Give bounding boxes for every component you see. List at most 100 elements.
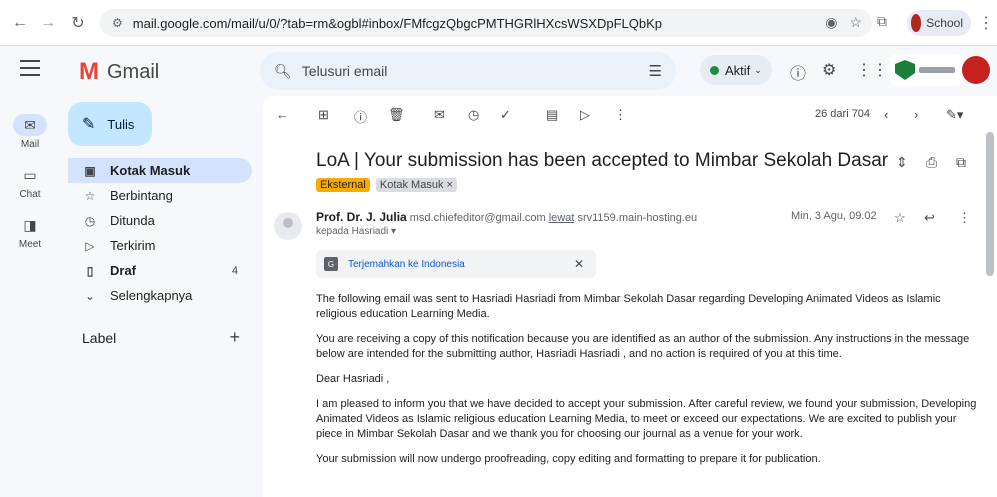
- message-toolbar: ← ⊞ ⓘ 🗑︎ ✉ ◷ ✓ ▤ ▷ ⋮ 26 dari 704 ‹ › ✎▾: [262, 96, 997, 134]
- site-info-icon[interactable]: ⚙: [112, 16, 123, 30]
- label-inbox[interactable]: Kotak Masuk ×: [375, 178, 457, 192]
- org-text-graphic: [919, 67, 955, 73]
- search-input[interactable]: 🔍︎ Telusuri email ☰: [260, 52, 676, 90]
- open-new-window-icon[interactable]: ⧉: [956, 154, 966, 171]
- move-to-icon[interactable]: ▤: [546, 107, 558, 123]
- help-icon[interactable]: ⓘ: [790, 60, 806, 84]
- browser-menu-icon[interactable]: ⋮: [978, 13, 994, 33]
- sidebar-item-label: Berbintang: [110, 188, 173, 203]
- extensions-icon[interactable]: ⧉: [877, 13, 887, 30]
- message-labels: Eksternal Kotak Masuk ×: [316, 178, 457, 192]
- more-options-icon[interactable]: ⋮: [614, 107, 627, 123]
- previous-message-icon[interactable]: ‹: [884, 107, 888, 122]
- input-tools-icon[interactable]: ✎▾: [946, 107, 963, 123]
- inbox-icon: ▣: [84, 163, 96, 178]
- main-menu-icon[interactable]: [20, 60, 40, 76]
- sidebar-item-label: Selengkapnya: [110, 288, 193, 303]
- gmail-wordmark: Gmail: [107, 60, 160, 83]
- settings-gear-icon[interactable]: ⚙: [822, 60, 836, 80]
- gmail-logo[interactable]: M Gmail: [79, 58, 159, 86]
- close-icon[interactable]: ✕: [574, 257, 584, 271]
- sidebar-item-sent[interactable]: ▷ Terkirim: [68, 233, 252, 258]
- rail-meet[interactable]: ◨ Meet: [0, 214, 60, 251]
- body-paragraph: Dear Hasriadi ,: [316, 373, 390, 385]
- sidebar-item-starred[interactable]: ☆ Berbintang: [68, 183, 252, 208]
- via-link[interactable]: lewat: [549, 212, 575, 224]
- sidebar-item-inbox[interactable]: ▣ Kotak Masuk: [68, 158, 252, 183]
- sidebar-item-label: Terkirim: [110, 238, 156, 253]
- snooze-icon[interactable]: ◷: [468, 107, 479, 123]
- body-paragraph: I am pleased to inform you that we have …: [316, 398, 977, 440]
- back-arrow-icon[interactable]: ←: [8, 11, 32, 35]
- status-selector[interactable]: Aktif ⌄: [700, 55, 772, 85]
- sender-avatar: [274, 212, 302, 240]
- report-spam-icon[interactable]: ⓘ: [354, 107, 367, 126]
- add-to-tasks-icon[interactable]: ✓: [500, 107, 511, 123]
- via-host: srv1159.main-hosting.eu: [577, 212, 698, 224]
- forward-arrow-icon[interactable]: →: [36, 11, 60, 35]
- sidebar-item-snoozed[interactable]: ◷ Ditunda: [68, 208, 252, 233]
- next-message-icon[interactable]: ›: [914, 107, 918, 122]
- labels-section: Label +: [82, 327, 240, 348]
- add-label-icon[interactable]: +: [229, 327, 240, 348]
- chevron-down-icon: ⌄: [84, 288, 96, 303]
- compose-button[interactable]: ✎ Tulis: [68, 102, 152, 146]
- sender-line: Prof. Dr. J. Julia msd.chiefeditor@gmail…: [316, 210, 697, 224]
- sidebar-item-drafts[interactable]: ▯ Draf 4: [68, 258, 252, 283]
- message-body: The following email was sent to Hasriadi…: [316, 292, 978, 477]
- sidebar-item-label: Draf: [110, 263, 137, 278]
- sidebar-item-label: Kotak Masuk: [110, 163, 191, 178]
- rail-meet-label: Meet: [18, 239, 42, 250]
- expand-all-icon[interactable]: ⇕: [896, 154, 908, 171]
- gmail-m-icon: M: [79, 58, 99, 85]
- message-more-icon[interactable]: ⋮: [958, 210, 971, 226]
- label-external: Eksternal: [316, 178, 370, 192]
- labels-title: Label: [82, 330, 117, 346]
- star-message-icon[interactable]: ☆: [894, 210, 906, 226]
- rail-chat[interactable]: ▭ Chat: [0, 164, 60, 201]
- status-dot: [710, 65, 719, 75]
- org-shield-icon: [895, 60, 915, 80]
- print-icon[interactable]: ⎙: [926, 154, 937, 171]
- address-bar[interactable]: ⚙ mail.google.com/mail/u/0/?tab=rm&ogbl#…: [100, 9, 872, 37]
- translate-link[interactable]: Terjemahkan ke Indonesia: [348, 259, 465, 270]
- rail-mail[interactable]: ✉ Mail: [0, 114, 60, 150]
- recipient-line[interactable]: kepada Hasriadi ▾: [316, 226, 396, 237]
- sidebar-nav: ▣ Kotak Masuk ☆ Berbintang ◷ Ditunda ▷ T…: [68, 158, 252, 308]
- message-date: Min, 3 Agu, 09.02: [791, 210, 877, 222]
- sidebar-item-more[interactable]: ⌄ Selengkapnya: [68, 283, 252, 308]
- apps-grid-icon[interactable]: ⋮⋮: [856, 60, 888, 80]
- eye-icon[interactable]: ◉: [825, 14, 837, 31]
- delete-icon[interactable]: 🗑︎: [388, 107, 405, 123]
- star-icon: ☆: [84, 188, 96, 203]
- body-paragraph: The following email was sent to Hasriadi…: [316, 293, 941, 320]
- profile-label: School: [926, 16, 963, 30]
- drafts-count: 4: [231, 264, 238, 277]
- gmail-header: M Gmail 🔍︎ Telusuri email ☰ Aktif ⌄ ⓘ ⚙ …: [0, 46, 997, 96]
- account-avatar[interactable]: [962, 56, 990, 84]
- bookmark-star-icon[interactable]: ☆: [849, 14, 862, 31]
- address-url: mail.google.com/mail/u/0/?tab=rm&ogbl#in…: [132, 15, 662, 31]
- organization-logo[interactable]: [890, 54, 962, 86]
- reply-icon[interactable]: ↩: [924, 210, 935, 226]
- rail-mail-label: Mail: [20, 139, 40, 150]
- browser-profile-chip[interactable]: School: [907, 10, 971, 36]
- mark-unread-icon[interactable]: ✉: [434, 107, 445, 123]
- chevron-down-icon: ⌄: [754, 64, 762, 75]
- sender-name[interactable]: Prof. Dr. J. Julia: [316, 210, 407, 224]
- body-paragraph: You are receiving a copy of this notific…: [316, 333, 970, 360]
- profile-avatar: [911, 14, 922, 32]
- search-icon[interactable]: 🔍︎: [274, 63, 292, 80]
- scrollbar[interactable]: [986, 132, 994, 276]
- back-to-inbox-icon[interactable]: ←: [276, 107, 289, 122]
- compose-label: Tulis: [107, 116, 135, 132]
- rail-chat-label: Chat: [19, 189, 41, 200]
- sender-email: msd.chiefeditor@gmail.com: [409, 212, 546, 224]
- archive-icon[interactable]: ⊞: [318, 107, 329, 123]
- label-icon[interactable]: ▷: [580, 107, 590, 123]
- mail-icon: ✉: [13, 114, 47, 136]
- search-options-icon[interactable]: ☰: [649, 62, 662, 80]
- reload-icon[interactable]: ↻: [66, 11, 90, 35]
- translate-icon: G: [324, 257, 338, 271]
- status-label: Aktif: [725, 62, 751, 78]
